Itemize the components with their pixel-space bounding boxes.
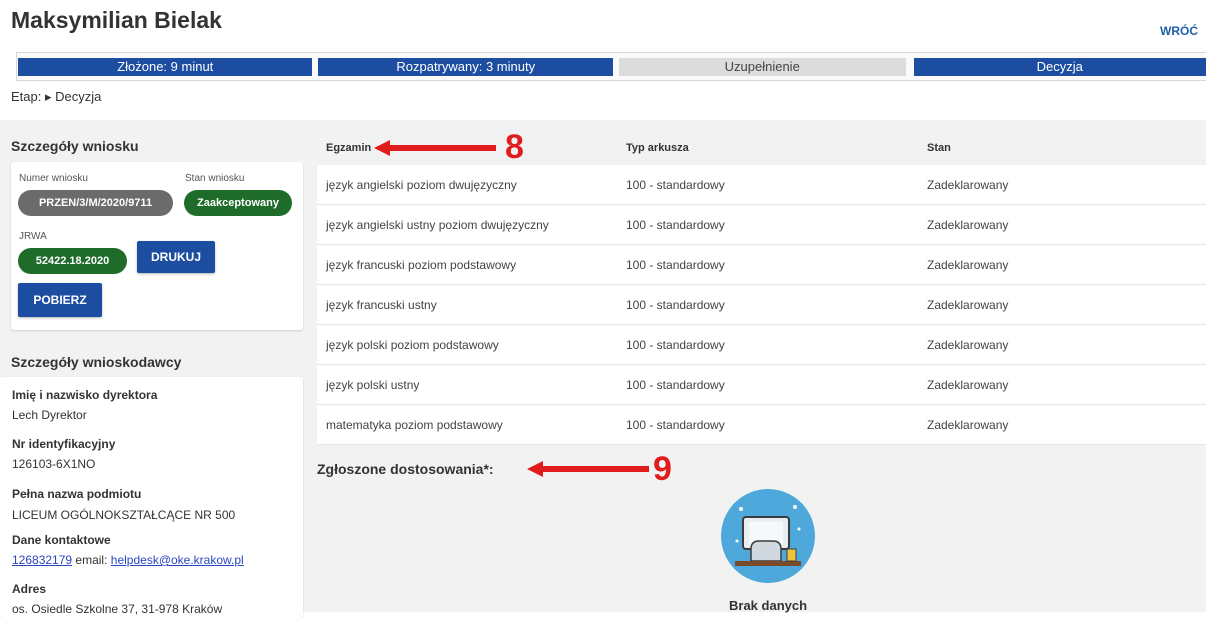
- adjustments-title: Zgłoszone dostosowania*:: [317, 461, 494, 477]
- arrow-shape: [374, 140, 496, 156]
- table-row[interactable]: język francuski ustny 100 - standardowy …: [317, 285, 1206, 325]
- status-cell: Zadeklarowany: [927, 178, 1008, 192]
- request-details-card: Numer wniosku Stan wniosku PRZEN/3/M/202…: [11, 162, 303, 330]
- table-row[interactable]: język francuski poziom podstawowy 100 - …: [317, 245, 1206, 285]
- step-decision: Decyzja: [914, 58, 1206, 76]
- director-value: Lech Dyrektor: [12, 408, 87, 422]
- exam-cell: język polski poziom podstawowy: [326, 338, 499, 352]
- address-label: Adres: [12, 582, 46, 596]
- sheet-type-cell: 100 - standardowy: [626, 178, 725, 192]
- exam-cell: matematyka poziom podstawowy: [326, 418, 503, 432]
- table-row[interactable]: język angielski poziom dwujęzyczny 100 -…: [317, 165, 1206, 205]
- annotation-arrow-8: [374, 138, 498, 158]
- annotation-arrow-9: [527, 459, 651, 479]
- entity-value: LICEUM OGÓLNOKSZTAŁCĄCE NR 500: [12, 508, 235, 522]
- exam-cell: język angielski ustny poziom dwujęzyczny: [326, 218, 549, 232]
- status-cell: Zadeklarowany: [927, 258, 1008, 272]
- column-header-status[interactable]: Stan: [927, 142, 951, 154]
- step-supplement: Uzupełnienie: [619, 58, 906, 76]
- exam-cell: język francuski poziom podstawowy: [326, 258, 516, 272]
- contact-value: 126832179 email: helpdesk@oke.krakow.pl: [12, 553, 244, 567]
- id-label: Nr identyfikacyjny: [12, 437, 115, 451]
- column-header-exam[interactable]: Egzamin: [326, 142, 371, 154]
- sheet-type-cell: 100 - standardowy: [626, 378, 725, 392]
- id-value: 126103-6X1NO: [12, 457, 95, 471]
- table-row[interactable]: język polski ustny 100 - standardowy Zad…: [317, 365, 1206, 405]
- status-cell: Zadeklarowany: [927, 418, 1008, 432]
- request-number-label: Numer wniosku: [19, 173, 88, 184]
- table-row[interactable]: matematyka poziom podstawowy 100 - stand…: [317, 405, 1206, 445]
- applicant-details-title: Szczegóły wnioskodawcy: [11, 354, 181, 370]
- status-cell: Zadeklarowany: [927, 378, 1008, 392]
- address-value: os. Osiedle Szkolne 37, 31-978 Kraków: [12, 602, 222, 616]
- arrow-shape: [527, 461, 649, 477]
- status-cell: Zadeklarowany: [927, 338, 1008, 352]
- director-label: Imię i nazwisko dyrektora: [12, 388, 157, 402]
- request-number-badge: PRZEN/3/M/2020/9711: [18, 190, 173, 216]
- email-prefix: email:: [75, 553, 107, 567]
- stage-indicator: Etap: ▸ Decyzja: [11, 89, 101, 105]
- jrwa-label: JRWA: [19, 231, 47, 242]
- column-header-sheet-type[interactable]: Typ arkusza: [626, 142, 689, 154]
- sheet-type-cell: 100 - standardowy: [626, 338, 725, 352]
- request-details-title: Szczegóły wniosku: [11, 138, 139, 154]
- table-row[interactable]: język angielski ustny poziom dwujęzyczny…: [317, 205, 1206, 245]
- sheet-type-cell: 100 - standardowy: [626, 418, 725, 432]
- contact-label: Dane kontaktowe: [12, 533, 111, 547]
- annotation-marker-9: 9: [653, 450, 672, 489]
- page-title: Maksymilian Bielak: [11, 7, 222, 34]
- exam-cell: język angielski poziom dwujęzyczny: [326, 178, 517, 192]
- sheet-type-cell: 100 - standardowy: [626, 258, 725, 272]
- annotation-marker-8: 8: [505, 128, 524, 167]
- sheet-type-cell: 100 - standardowy: [626, 218, 725, 232]
- progress-bar: Złożone: 9 minut Rozpatrywany: 3 minuty …: [18, 55, 1206, 79]
- download-button[interactable]: POBIERZ: [18, 283, 102, 317]
- step-reviewing: Rozpatrywany: 3 minuty: [318, 58, 612, 76]
- jrwa-badge: 52422.18.2020: [18, 248, 127, 274]
- exam-cell: język francuski ustny: [326, 298, 437, 312]
- sheet-type-cell: 100 - standardowy: [626, 298, 725, 312]
- empty-state-icon: [721, 489, 815, 583]
- request-status-label: Stan wniosku: [185, 173, 244, 184]
- request-status-badge: Zaakceptowany: [184, 190, 292, 216]
- table-row[interactable]: język polski poziom podstawowy 100 - sta…: [317, 325, 1206, 365]
- step-submitted: Złożone: 9 minut: [18, 58, 312, 76]
- applicant-details-card: Imię i nazwisko dyrektora Lech Dyrektor …: [0, 377, 303, 617]
- back-link[interactable]: WRÓĆ: [1160, 24, 1198, 38]
- status-cell: Zadeklarowany: [927, 218, 1008, 232]
- exam-cell: język polski ustny: [326, 378, 419, 392]
- email-link[interactable]: helpdesk@oke.krakow.pl: [111, 553, 244, 567]
- entity-label: Pełna nazwa podmiotu: [12, 487, 141, 501]
- empty-state-text: Brak danych: [729, 598, 807, 613]
- phone-link[interactable]: 126832179: [12, 553, 72, 567]
- print-button[interactable]: DRUKUJ: [137, 241, 215, 273]
- page-header: Maksymilian Bielak WRÓĆ Złożone: 9 minut…: [0, 0, 1206, 120]
- status-cell: Zadeklarowany: [927, 298, 1008, 312]
